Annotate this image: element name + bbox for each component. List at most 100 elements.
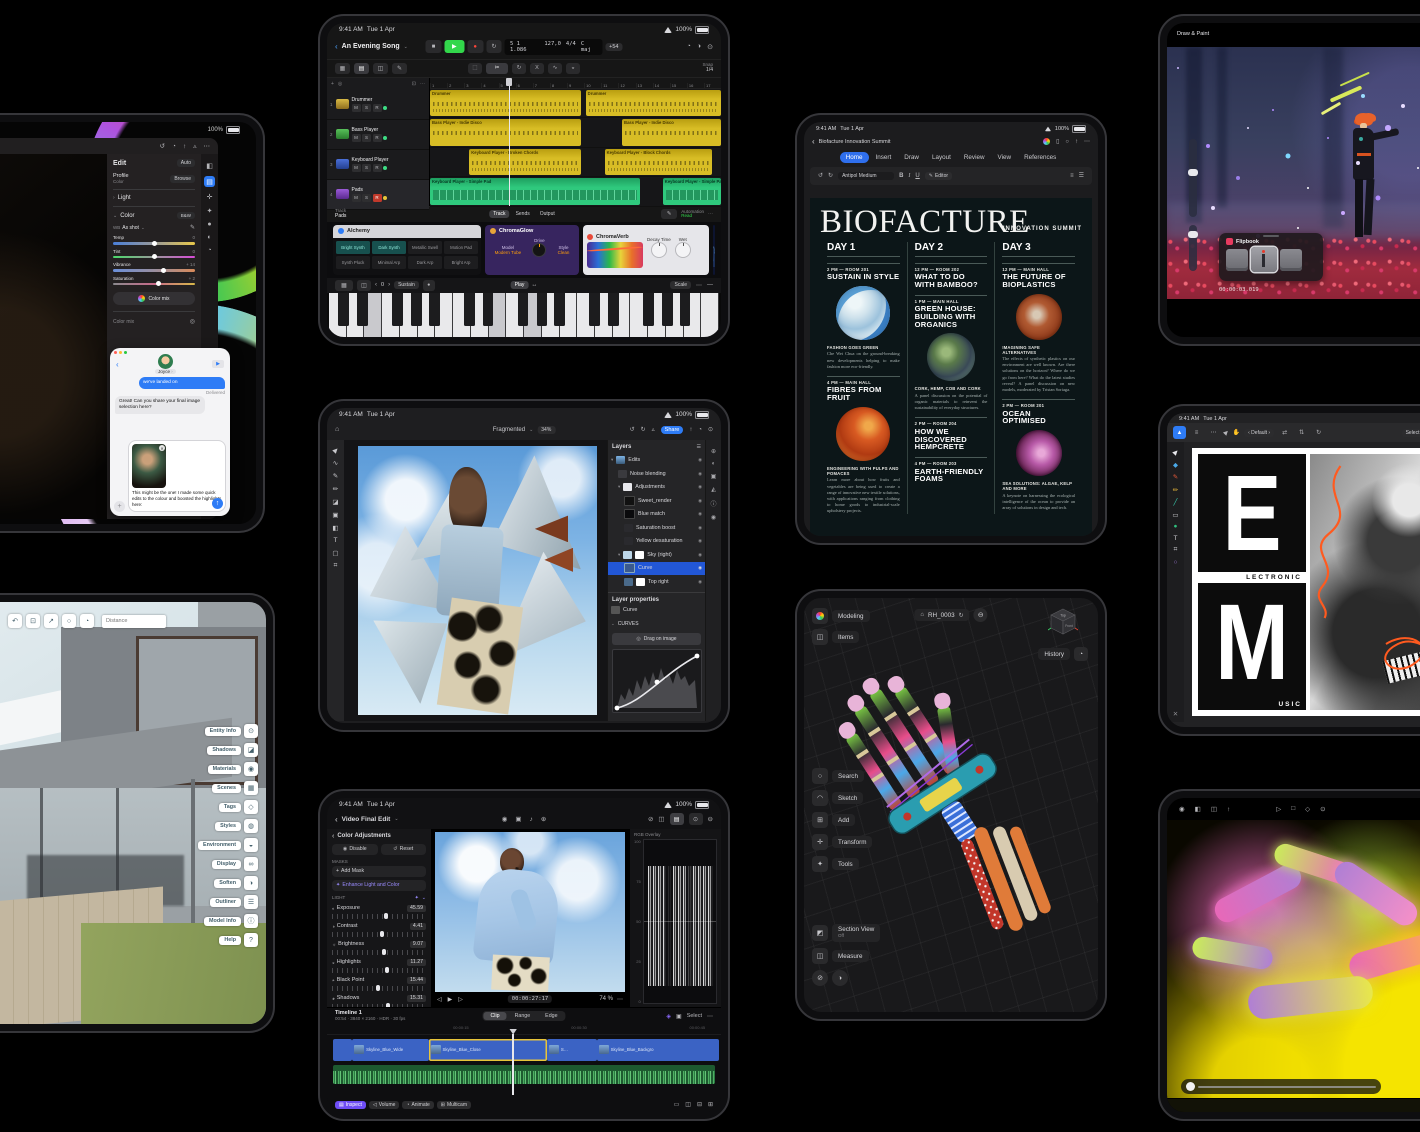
versions-tool-icon[interactable]: ◔ [207, 247, 211, 254]
tab-track[interactable]: Track [489, 210, 509, 218]
entity-info-button[interactable]: Entity Info⊙ [205, 724, 258, 738]
type-tool-icon[interactable]: T [334, 537, 338, 544]
split-keyboard-icon[interactable]: ◫ [357, 280, 371, 291]
piano-black-key[interactable] [518, 293, 529, 326]
export-icon[interactable]: ↑ [689, 427, 692, 433]
mixer-icon[interactable]: ◑ [697, 43, 701, 51]
select-dropdown[interactable]: Select [687, 1013, 702, 1019]
drag-handle[interactable] [1263, 235, 1279, 237]
piano-black-key[interactable] [554, 293, 565, 326]
add-layer-icon[interactable]: ⊕ [711, 448, 716, 455]
arrows-icon[interactable]: ↔ [531, 282, 537, 288]
piano-black-key[interactable] [357, 293, 368, 326]
disable-clip-icon[interactable]: ⊘ [648, 813, 653, 825]
orientation-widget[interactable]: Top Front History ◔ [1038, 606, 1088, 661]
undo-icon[interactable]: ↺ [818, 172, 823, 179]
tab-draw[interactable]: Draw [898, 152, 925, 163]
detach-icon[interactable]: ◫ [685, 1101, 691, 1108]
slider-value[interactable]: 11.27 [407, 959, 426, 966]
render-canvas[interactable] [1167, 820, 1420, 1098]
automation-pencil-icon[interactable]: ✎ [661, 209, 677, 219]
slider-value[interactable]: 4.41 [410, 923, 426, 930]
record-voiceover-icon[interactable]: ◉ [502, 815, 508, 823]
slider-knob[interactable] [376, 985, 380, 991]
tab-insert[interactable]: Insert [870, 152, 898, 163]
flipbook-frame-selected[interactable] [1251, 247, 1277, 272]
settings-icon[interactable]: ⊙ [1320, 805, 1325, 813]
region[interactable]: Keyboard Player - Simple Pad [430, 178, 640, 205]
stop-button[interactable]: ■ [426, 40, 442, 53]
undo-icon[interactable]: ↺ [630, 426, 635, 433]
region[interactable]: Bass Player - Indie Disco [622, 119, 721, 146]
undo-icon[interactable]: ↺ [160, 142, 165, 150]
slider-knob[interactable] [382, 949, 386, 955]
fill-tool-icon[interactable]: ● [1174, 523, 1178, 530]
model-info-button[interactable]: Model Infoⓘ [204, 914, 258, 928]
wb-value[interactable]: As shot [122, 225, 139, 231]
contrast-slider[interactable]: ◑Contrast4.41 [332, 923, 426, 937]
lock-icon[interactable]: ● [423, 280, 435, 291]
render-target-icon[interactable]: ◉ [1179, 805, 1185, 813]
region[interactable]: Keyboard Player - Broken Chords [469, 149, 581, 176]
minimize-icon[interactable]: ⊖ [708, 813, 713, 825]
back-icon[interactable]: ‹ [335, 815, 338, 824]
pencil-tool-icon[interactable]: ✎ [392, 63, 407, 74]
app-icon[interactable]: ▲ [1173, 426, 1186, 439]
more-icon[interactable]: ⋯ [204, 142, 211, 150]
redo-icon[interactable]: ↻ [828, 172, 833, 179]
region[interactable]: Drummer [430, 90, 581, 117]
view-cell-icon[interactable]: ◫ [373, 63, 388, 74]
param-value[interactable]: Modern Tube [495, 250, 522, 255]
disable-button[interactable]: ◉Disable [332, 844, 378, 855]
slider-knob[interactable] [1188, 169, 1198, 176]
items-menu[interactable]: ◫ Items [812, 629, 859, 645]
select-button[interactable]: Select [1402, 429, 1420, 437]
history-icon[interactable]: ◔ [172, 143, 176, 150]
multicam-button[interactable]: ⊞Multicam [437, 1101, 471, 1109]
inspect-button[interactable]: ▤Inspect [335, 1101, 366, 1109]
plugin-alchemy[interactable]: Alchemy Bright Synth Dark Synth Metallic… [333, 225, 481, 275]
trim-tool-icon[interactable]: ✂ [486, 63, 508, 74]
add-attachment-button[interactable]: + [114, 501, 125, 512]
timeline-ruler[interactable]: 1234567891011121314151617 [430, 78, 721, 89]
playhead[interactable] [509, 78, 510, 206]
remove-attachment-icon[interactable]: ✕ [159, 445, 165, 451]
enhance-button[interactable]: ✦Enhance Light and Color [332, 880, 426, 891]
octave-down-icon[interactable]: ‹ [375, 282, 377, 288]
rotate-icon[interactable]: ↻ [1312, 426, 1325, 439]
comments-icon[interactable]: ◭ [711, 486, 716, 493]
effects-icon[interactable]: ◈ [666, 1013, 671, 1020]
view-grid-icon[interactable]: ▦ [335, 63, 350, 74]
shape-tool-icon[interactable]: ▢ [332, 549, 338, 557]
font-name-field[interactable]: Antipol Medium [838, 172, 894, 180]
retime-icon[interactable]: ◫ [658, 813, 664, 825]
target-icon[interactable]: ◎ [190, 318, 195, 325]
share-icon[interactable]: ↑ [183, 143, 186, 150]
eyedropper-icon[interactable]: ✎ [190, 224, 195, 231]
track-filter-icon[interactable]: ◎ [338, 81, 342, 87]
visibility-icon[interactable]: ◉ [711, 514, 716, 521]
help-icon[interactable]: ◔ [698, 427, 702, 433]
scrubber-knob[interactable] [1186, 1082, 1195, 1091]
timeline-playhead[interactable] [512, 1034, 514, 1095]
piano-black-key[interactable] [464, 293, 475, 326]
orientation-cube[interactable]: Top Front [1048, 606, 1078, 636]
automation-value[interactable]: Read [681, 214, 704, 219]
layer-row[interactable]: Saturation boost◉ [608, 521, 705, 535]
drag-handle-icon[interactable]: — [707, 282, 713, 288]
brush-opacity-slider[interactable] [1189, 225, 1197, 271]
tab-layout[interactable]: Layout [926, 152, 957, 163]
clip[interactable]: Skyline_Blue_Backgro [597, 1039, 719, 1061]
healing-tool-icon[interactable]: ● [207, 221, 211, 228]
environment-button[interactable]: Environment◒ [198, 838, 258, 852]
power-icon[interactable] [490, 228, 496, 234]
record-enable-button[interactable]: R [373, 164, 382, 172]
region[interactable]: Drummer [586, 90, 721, 117]
add-mask-button[interactable]: +Add Mask [332, 866, 426, 877]
pen-tool-icon[interactable]: ✎ [1173, 473, 1178, 481]
track-row-drummer[interactable]: 1 Drummer M S R [327, 90, 429, 120]
preset-button[interactable]: Synth Pluck [336, 256, 370, 269]
preset-button[interactable]: Metallic Swell [408, 241, 442, 254]
back-icon[interactable]: ‹ [812, 137, 815, 146]
browse-button[interactable]: Browse [170, 175, 195, 183]
